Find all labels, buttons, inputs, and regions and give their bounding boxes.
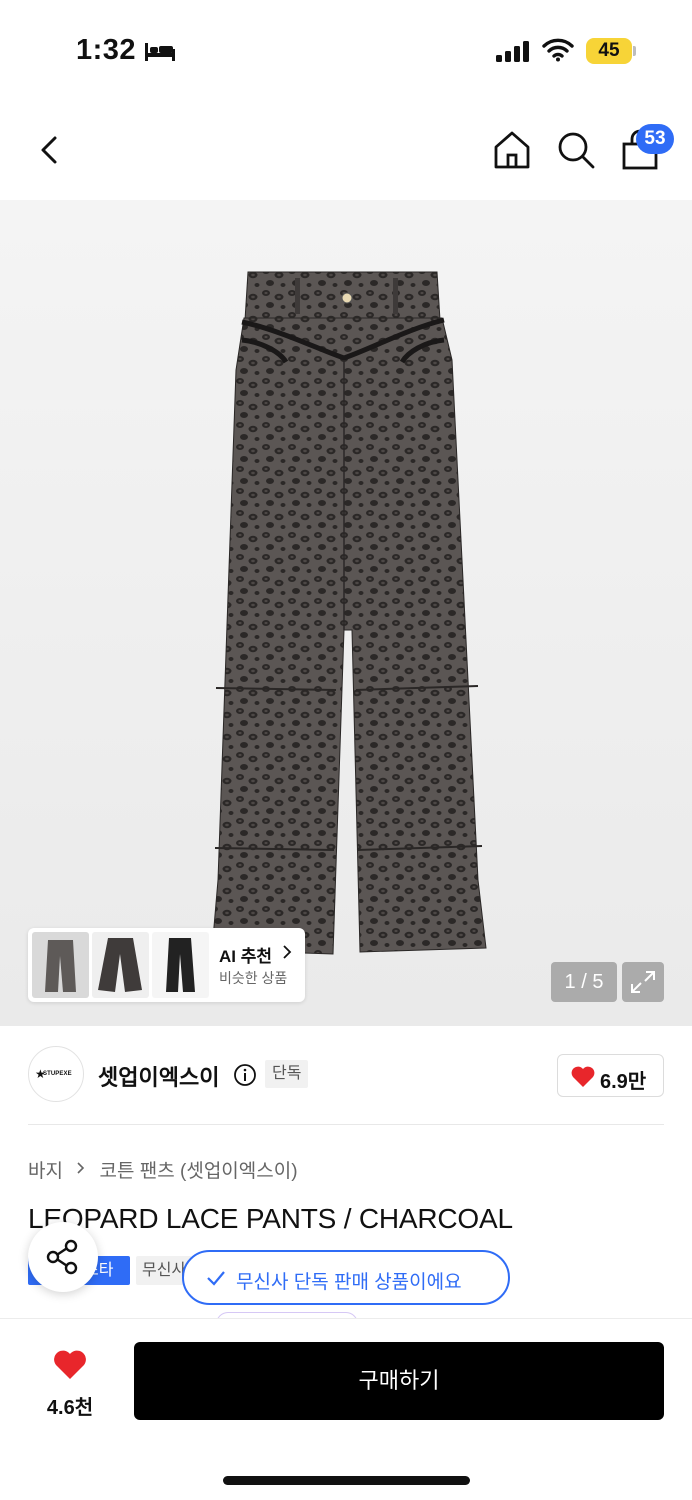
share-icon <box>46 1239 78 1275</box>
share-button[interactable] <box>28 1222 98 1292</box>
ai-recommendation-subtitle: 비슷한 상품 <box>219 970 288 986</box>
search-button[interactable] <box>554 128 598 172</box>
chevron-left-icon <box>41 136 57 164</box>
home-button[interactable] <box>490 128 534 172</box>
brand-like-count: 6.9만 <box>600 1071 647 1093</box>
pants-thumbnail-image <box>98 938 142 992</box>
brand-name[interactable]: 셋업이엑스이 <box>98 1060 219 1092</box>
ai-thumb-1[interactable] <box>32 932 89 998</box>
exclusive-tag: 단독 <box>265 1060 309 1088</box>
status-time: 1:32 <box>76 34 137 66</box>
breadcrumb-subcategory[interactable]: 코튼 팬츠 (셋업이엑스이) <box>100 1161 298 1182</box>
battery-indicator: 45 <box>586 38 632 64</box>
heart-icon <box>571 1066 595 1087</box>
check-icon <box>207 1271 225 1286</box>
pants-thumbnail-image <box>45 940 76 992</box>
expand-image-button[interactable] <box>622 962 664 1002</box>
cart-count-badge: 53 <box>636 124 674 154</box>
search-icon <box>558 132 595 169</box>
bottom-bar: 4.6천 구매하기 <box>0 1318 692 1500</box>
bed-icon <box>145 43 175 61</box>
image-page-counter: 1 / 5 <box>551 962 617 1002</box>
breadcrumb-category[interactable]: 바지 <box>28 1161 63 1182</box>
home-icon <box>494 131 530 169</box>
nav-bar <box>0 110 692 194</box>
like-button[interactable]: 4.6천 <box>30 1343 110 1423</box>
info-icon[interactable] <box>233 1063 257 1087</box>
expand-icon <box>631 971 655 993</box>
exclusive-toast: 무신사 단독 판매 상품이에요 <box>182 1250 510 1305</box>
brand-logo[interactable]: ★ STUPEXE <box>28 1046 84 1102</box>
ai-thumb-3[interactable] <box>152 932 209 998</box>
divider <box>28 1124 664 1125</box>
signal-icon <box>496 41 529 62</box>
ai-thumb-2[interactable] <box>92 932 149 998</box>
back-button[interactable] <box>30 130 70 170</box>
brand-row: ★ STUPEXE 셋업이엑스이 단독 6.9만 <box>0 1046 692 1106</box>
buy-button[interactable]: 구매하기 <box>134 1342 664 1420</box>
wifi-icon <box>542 38 574 62</box>
chevron-right-icon <box>77 1161 85 1174</box>
brand-like-button[interactable]: 6.9만 <box>557 1054 664 1097</box>
breadcrumb: 바지 코튼 팬츠 (셋업이엑스이) <box>28 1156 298 1183</box>
ai-recommendation-card[interactable]: AI 추천 비슷한 상품 <box>28 928 305 1002</box>
product-title: LEOPARD LACE PANTS / CHARCOAL <box>28 1203 513 1234</box>
brand-logo-text: STUPEXE <box>43 1071 72 1077</box>
like-count: 4.6천 <box>46 1397 94 1419</box>
ai-recommendation-title: AI 추천 <box>219 947 273 966</box>
toast-text: 무신사 단독 판매 상품이에요 <box>236 1272 462 1293</box>
product-gallery[interactable]: AI 추천 비슷한 상품 1 / 5 <box>0 200 692 1026</box>
status-bar: 1:32 45 <box>0 0 692 100</box>
battery-cap <box>633 46 636 56</box>
product-image[interactable] <box>0 200 692 1026</box>
chevron-right-icon <box>283 945 292 959</box>
pants-thumbnail-image <box>166 938 195 992</box>
heart-icon <box>54 1350 86 1379</box>
home-indicator <box>223 1476 470 1485</box>
